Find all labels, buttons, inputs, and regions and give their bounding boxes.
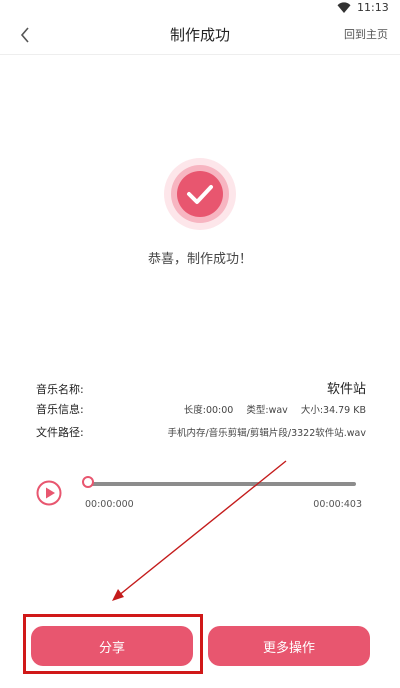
- music-info: 音乐名称: 软件站 音乐信息: 长度:00:00 类型:wav 大小:34.79…: [36, 378, 366, 447]
- status-time: 11:13: [357, 1, 389, 14]
- current-time: 00:00:000: [85, 499, 134, 510]
- check-circle-icon: [164, 158, 236, 230]
- progress-track[interactable]: [88, 482, 356, 486]
- status-bar: 11:13: [0, 0, 400, 16]
- annotation-highlight-box: [23, 614, 203, 674]
- info-row-meta: 音乐信息: 长度:00:00 类型:wav 大小:34.79 KB: [36, 401, 366, 424]
- music-size: 大小:34.79 KB: [300, 405, 366, 416]
- music-length: 长度:00:00: [183, 405, 234, 416]
- file-path-label: 文件路径:: [36, 426, 84, 439]
- file-path-value: 手机内存/音乐剪辑/剪辑片段/3322软件站.wav: [167, 428, 366, 439]
- wifi-icon: [337, 2, 351, 14]
- music-name-label: 音乐名称:: [36, 383, 84, 396]
- page-title: 制作成功: [169, 26, 230, 44]
- info-row-name: 音乐名称: 软件站: [36, 378, 366, 401]
- music-meta: 长度:00:00 类型:wav 大小:34.79 KB: [174, 402, 366, 416]
- progress-thumb[interactable]: [82, 476, 94, 488]
- more-actions-button[interactable]: 更多操作: [208, 626, 370, 666]
- header: 制作成功 回到主页: [0, 16, 400, 55]
- annotation-arrow: [112, 460, 287, 601]
- music-info-label: 音乐信息:: [36, 403, 84, 416]
- music-name-value: 软件站: [326, 382, 366, 397]
- back-to-home-link[interactable]: 回到主页: [344, 16, 388, 54]
- total-time: 00:00:403: [313, 499, 362, 510]
- success-message: 恭喜，制作成功！: [147, 252, 252, 267]
- play-button[interactable]: [36, 480, 62, 506]
- info-row-path: 文件路径: 手机内存/音乐剪辑/剪辑片段/3322软件站.wav: [36, 424, 366, 447]
- music-type: 类型:wav: [246, 405, 288, 416]
